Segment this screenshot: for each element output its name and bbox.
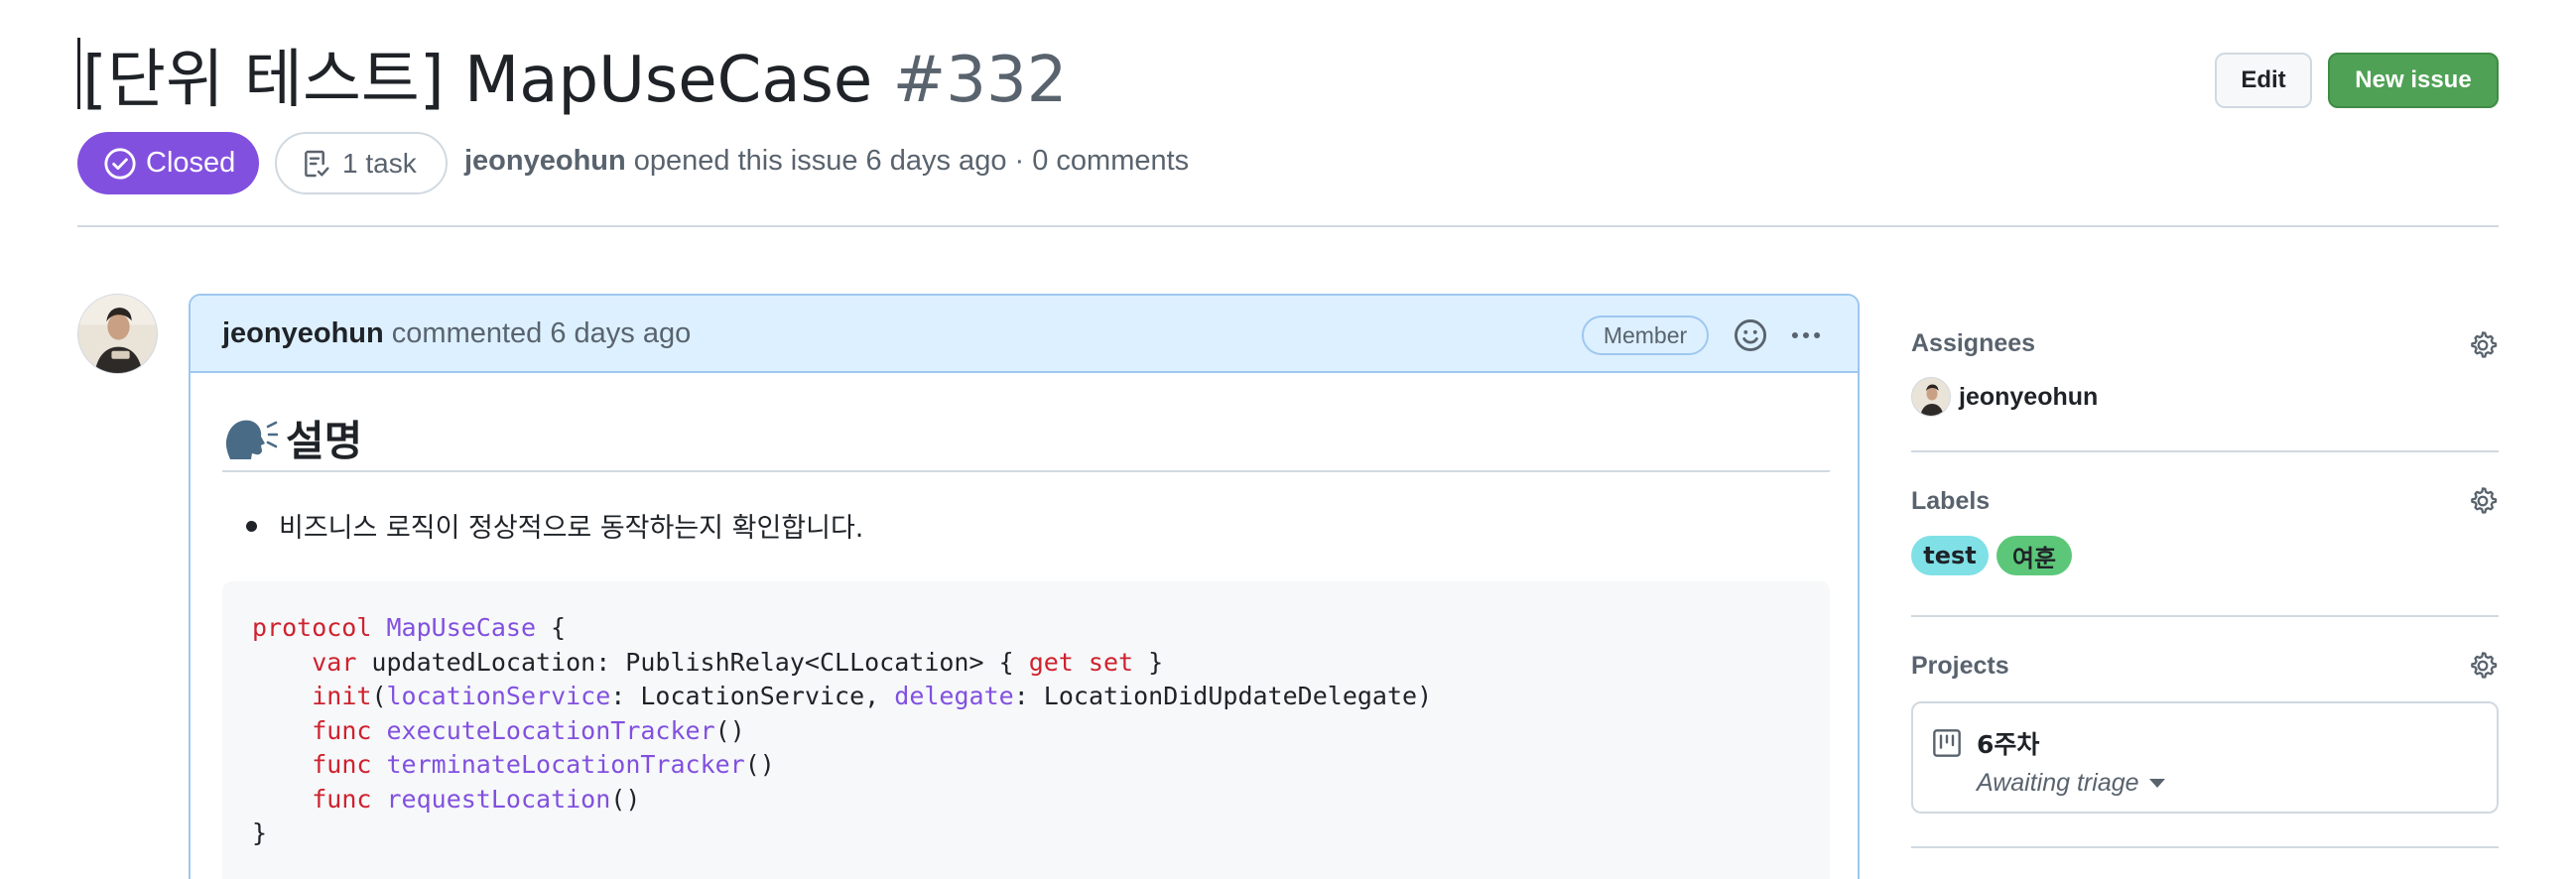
code-token: : LocationService, — [610, 682, 895, 710]
code-token: locationService — [386, 682, 611, 710]
gear-icon[interactable] — [2467, 329, 2499, 361]
code-token: requestLocation — [386, 784, 611, 814]
issue-title-text: [단위 테스트] MapUseCase — [82, 44, 873, 117]
person-photo — [78, 295, 157, 373]
comment-time[interactable]: commented 6 days ago — [384, 317, 691, 349]
code-block: protocol MapUseCase { var updatedLocatio… — [222, 581, 1830, 879]
code-token: ( — [371, 682, 387, 710]
gear-icon[interactable] — [2467, 650, 2499, 682]
code-token: protocol — [252, 613, 372, 642]
project-board-icon — [1933, 729, 1961, 757]
more-options-icon[interactable] — [1786, 316, 1826, 354]
code-token: var — [312, 647, 357, 677]
code-token: func — [312, 715, 372, 745]
code-token: MapUseCase — [386, 613, 536, 642]
code-token: delegate — [894, 682, 1014, 710]
code-token: get — [1028, 647, 1074, 677]
code-token: () — [744, 750, 775, 779]
issue-state-badge: Closed — [77, 132, 259, 194]
code-token: () — [714, 715, 745, 745]
code-line: func executeLocationTracker() — [252, 716, 745, 745]
comment-author-avatar[interactable] — [77, 294, 158, 374]
code-token: () — [610, 784, 641, 814]
code-token: } — [252, 818, 268, 847]
assignees-title: Assignees — [1911, 329, 2036, 357]
check-circle-icon — [104, 147, 136, 180]
project-status-dropdown[interactable]: Awaiting triage — [1977, 769, 2165, 798]
sidebar-divider — [1911, 846, 2499, 848]
text-cursor — [77, 38, 80, 109]
code-line: protocol MapUseCase { — [252, 613, 566, 642]
issue-number: #332 — [892, 44, 1068, 117]
issue-title: [단위 테스트] MapUseCase #332 — [77, 38, 1067, 120]
issue-meta-text: opened this issue 6 days ago · 0 comment… — [625, 145, 1190, 177]
caret-down-icon — [2148, 779, 2165, 788]
code-token: } — [1133, 647, 1164, 677]
label-yeohun[interactable]: 여훈 — [1996, 536, 2072, 575]
code-line: var updatedLocation: PublishRelay<CLLoca… — [252, 648, 1163, 677]
code-token: terminateLocationTracker — [386, 750, 745, 779]
comment-heading-text: 설명 — [286, 416, 363, 465]
gear-icon[interactable] — [2467, 485, 2499, 517]
project-status-label: Awaiting triage — [1977, 769, 2139, 797]
labels-title: Labels — [1911, 487, 1991, 515]
code-line: func requestLocation() — [252, 785, 640, 814]
member-role-badge: Member — [1582, 315, 1709, 355]
assignee-item[interactable]: jeonyeohun — [1911, 377, 2098, 417]
code-line: } — [252, 818, 267, 847]
code-token: set — [1088, 647, 1134, 677]
sidebar-divider — [1911, 450, 2499, 452]
code-token: func — [312, 784, 372, 814]
code-token: updatedLocation: PublishRelay<CLLocation… — [356, 647, 1029, 677]
assignee-avatar — [1911, 377, 1951, 417]
assignee-name: jeonyeohun — [1959, 382, 2099, 411]
person-photo-small — [1912, 378, 1950, 416]
comment-author-link[interactable]: jeonyeohun — [222, 317, 384, 349]
task-count-label: 1 task — [342, 147, 417, 179]
project-card[interactable]: 6주차 Awaiting triage — [1911, 701, 2499, 814]
sidebar-divider — [1911, 615, 2499, 617]
code-token: func — [312, 750, 372, 779]
project-name[interactable]: 6주차 — [1977, 725, 2039, 761]
code-line: init(locationService: LocationService, d… — [252, 682, 1432, 710]
comment-header: jeonyeohun commented 6 days ago Member — [191, 296, 1858, 373]
smiley-icon[interactable] — [1732, 316, 1769, 354]
header-divider — [77, 225, 2499, 227]
issue-meta: jeonyeohun opened this issue 6 days ago … — [464, 145, 1189, 178]
new-issue-button[interactable]: New issue — [2328, 53, 2499, 108]
speaking-head-icon — [225, 420, 278, 459]
code-token: : LocationDidUpdateDelegate) — [1013, 682, 1433, 710]
code-token: init — [312, 682, 372, 710]
comment-list-item: 비즈니스 로직이 정상적으로 동작하는지 확인합니다. — [246, 506, 863, 545]
comment-byline: jeonyeohun commented 6 days ago — [222, 317, 691, 350]
label-test[interactable]: test — [1911, 536, 1989, 575]
projects-title: Projects — [1911, 652, 2009, 680]
issue-page: [단위 테스트] MapUseCase #332 Edit New issue … — [0, 0, 2576, 879]
comment-box: jeonyeohun commented 6 days ago Member 설… — [189, 294, 1860, 879]
edit-button[interactable]: Edit — [2215, 53, 2312, 108]
comment-heading: 설명 — [222, 405, 1830, 472]
code-line: func terminateLocationTracker() — [252, 750, 775, 779]
issue-state-label: Closed — [146, 147, 236, 179]
checklist-icon — [305, 150, 329, 177]
code-token: executeLocationTracker — [386, 715, 715, 745]
task-count-pill[interactable]: 1 task — [275, 132, 448, 194]
code-token: { — [536, 613, 567, 642]
issue-author-link[interactable]: jeonyeohun — [464, 145, 626, 177]
